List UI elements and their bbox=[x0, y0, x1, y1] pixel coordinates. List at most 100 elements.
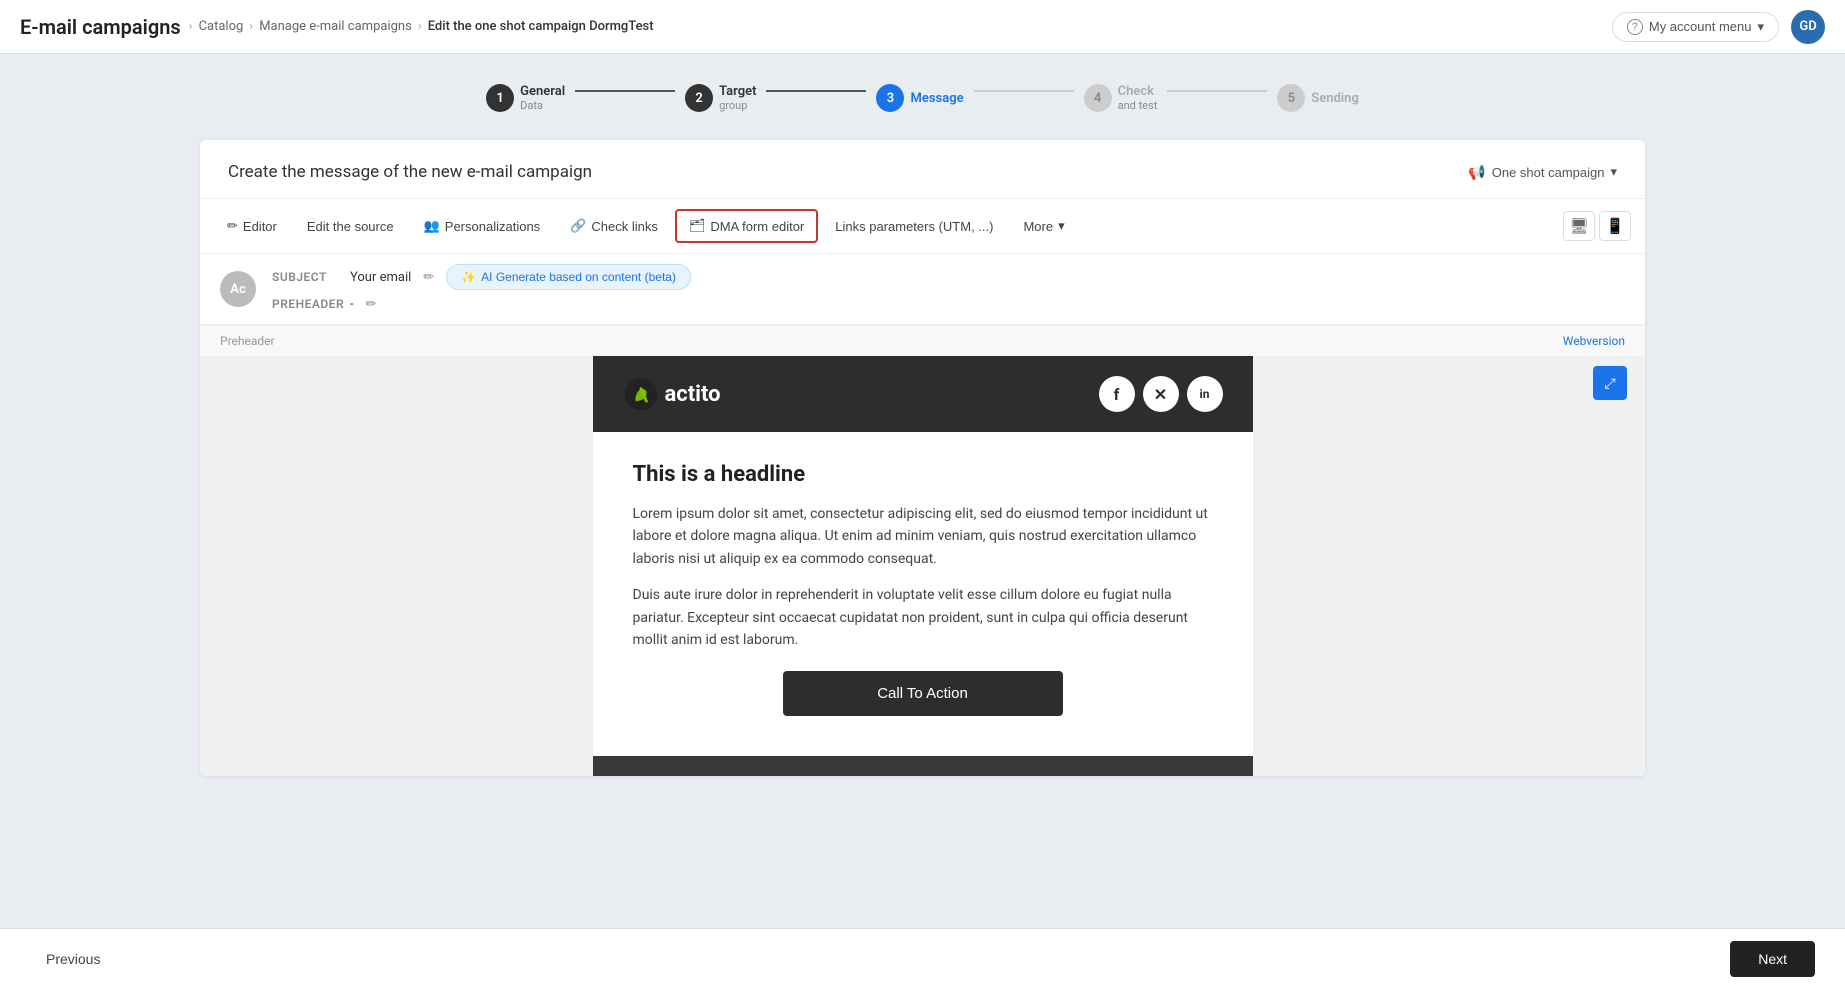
email-preview-wrapper: Preheader Webversion ⤢ bbox=[200, 325, 1645, 776]
more-label: More bbox=[1023, 219, 1053, 234]
step-circle-4: 4 bbox=[1084, 84, 1112, 112]
ai-generate-button[interactable]: ✨ AI Generate based on content (beta) bbox=[446, 264, 691, 290]
social-icons: f ✕ in bbox=[1099, 376, 1223, 412]
breadcrumb: › Catalog › Manage e-mail campaigns › Ed… bbox=[189, 19, 654, 34]
pencil-icon: ✏ bbox=[227, 218, 238, 234]
campaign-box-header: Create the message of the new e-mail cam… bbox=[200, 140, 1645, 199]
desktop-icon: 🖥 bbox=[1569, 217, 1588, 235]
step-label-2: Target group bbox=[719, 84, 756, 112]
subject-row: Ac SUBJECT Your email ✏ ✨ AI Generate ba… bbox=[200, 254, 1645, 325]
links-params-label: Links parameters (UTM, ...) bbox=[835, 219, 993, 234]
account-menu-label: My account menu bbox=[1649, 19, 1752, 34]
chevron-down-more: ▾ bbox=[1058, 218, 1065, 234]
step-line-2 bbox=[766, 90, 866, 92]
ai-btn-label: AI Generate based on content (beta) bbox=[481, 270, 676, 284]
top-header: E-mail campaigns › Catalog › Manage e-ma… bbox=[0, 0, 1845, 54]
dma-form-label: DMA form editor bbox=[710, 219, 804, 234]
toolbar: ✏ Editor Edit the source 👥 Personalizati… bbox=[200, 199, 1645, 254]
form-icon: 🗂 bbox=[689, 218, 706, 234]
actito-logo-icon bbox=[623, 376, 659, 412]
previous-button[interactable]: Previous bbox=[30, 943, 116, 975]
step-label-1: General Data bbox=[520, 84, 565, 112]
expand-button[interactable]: ⤢ bbox=[1593, 366, 1627, 400]
desktop-view-button[interactable]: 🖥 bbox=[1563, 211, 1595, 241]
wizard: 1 General Data 2 Target group 3 Message … bbox=[200, 84, 1645, 112]
step-line-1 bbox=[575, 90, 675, 92]
step-circle-3: 3 bbox=[876, 84, 904, 112]
editor-button[interactable]: ✏ Editor bbox=[214, 210, 290, 242]
subject-fields: SUBJECT Your email ✏ ✨ AI Generate based… bbox=[272, 264, 1625, 314]
account-menu-button[interactable]: ? My account menu ▾ bbox=[1612, 12, 1779, 42]
one-shot-label: One shot campaign bbox=[1492, 165, 1605, 180]
cta-button[interactable]: Call To Action bbox=[783, 671, 1063, 716]
preheader-label: PREHEADER bbox=[272, 297, 342, 311]
wizard-step-4: 4 Check and test bbox=[1084, 84, 1158, 112]
sender-avatar: Ac bbox=[220, 271, 256, 307]
header-right: ? My account menu ▾ GD bbox=[1612, 10, 1825, 44]
facebook-icon[interactable]: f bbox=[1099, 376, 1135, 412]
view-toggle: 🖥 📱 bbox=[1563, 211, 1631, 241]
one-shot-campaign-button[interactable]: 📢 One shot campaign ▾ bbox=[1468, 164, 1617, 181]
bottom-nav: Previous Next bbox=[0, 928, 1845, 988]
links-params-button[interactable]: Links parameters (UTM, ...) bbox=[822, 211, 1006, 242]
wizard-step-3: 3 Message bbox=[876, 84, 963, 112]
step-label-4: Check and test bbox=[1118, 84, 1158, 112]
more-button[interactable]: More ▾ bbox=[1010, 210, 1077, 242]
wizard-step-1: 1 General Data bbox=[486, 84, 565, 112]
campaign-box-title: Create the message of the new e-mail cam… bbox=[228, 162, 592, 182]
email-content-section: This is a headline Lorem ipsum dolor sit… bbox=[593, 432, 1253, 756]
step-label-3: Message bbox=[910, 91, 963, 106]
chevron-down-icon-oneshot: ▾ bbox=[1610, 164, 1617, 180]
check-links-label: Check links bbox=[591, 219, 657, 234]
edit-source-label: Edit the source bbox=[307, 219, 394, 234]
step-circle-2: 2 bbox=[685, 84, 713, 112]
mobile-view-button[interactable]: 📱 bbox=[1599, 211, 1631, 241]
linkedin-icon[interactable]: in bbox=[1187, 376, 1223, 412]
campaign-box: Create the message of the new e-mail cam… bbox=[200, 140, 1645, 776]
chevron-down-icon: ▾ bbox=[1757, 19, 1764, 35]
step-line-4 bbox=[1167, 90, 1267, 92]
ai-icon: ✨ bbox=[461, 270, 476, 284]
preview-header-bar: Preheader Webversion bbox=[200, 325, 1645, 356]
preheader-value: - bbox=[350, 297, 354, 312]
avatar: GD bbox=[1791, 10, 1825, 44]
check-links-button[interactable]: 🔗 Check links bbox=[557, 210, 671, 242]
megaphone-icon: 📢 bbox=[1468, 164, 1485, 181]
actito-logo: actito bbox=[623, 376, 721, 412]
logo-text: actito bbox=[665, 382, 721, 407]
link-icon: 🔗 bbox=[570, 218, 586, 234]
step-circle-1: 1 bbox=[486, 84, 514, 112]
breadcrumb-manage[interactable]: Manage e-mail campaigns bbox=[259, 19, 412, 34]
step-label-5: Sending bbox=[1311, 91, 1359, 106]
edit-source-button[interactable]: Edit the source bbox=[294, 211, 407, 242]
app-title: E-mail campaigns bbox=[20, 15, 181, 39]
email-preview-scroll[interactable]: actito f ✕ in This is a headline Lorem i bbox=[200, 356, 1645, 776]
preheader-line: PREHEADER - ✏ bbox=[272, 294, 1625, 314]
email-paragraph-2: Duis aute irure dolor in reprehenderit i… bbox=[633, 584, 1213, 651]
mobile-icon: 📱 bbox=[1606, 217, 1625, 235]
header-left: E-mail campaigns › Catalog › Manage e-ma… bbox=[20, 15, 654, 39]
subject-edit-button[interactable]: ✏ bbox=[419, 267, 438, 287]
email-body: actito f ✕ in This is a headline Lorem i bbox=[593, 356, 1253, 776]
subject-label: SUBJECT bbox=[272, 270, 342, 284]
editor-label: Editor bbox=[243, 219, 277, 234]
personalizations-button[interactable]: 👥 Personalizations bbox=[411, 210, 554, 242]
breadcrumb-catalog[interactable]: Catalog bbox=[199, 19, 244, 34]
wizard-step-5: 5 Sending bbox=[1277, 84, 1359, 112]
step-line-3 bbox=[974, 90, 1074, 92]
email-footer-section: This is a headline bbox=[593, 756, 1253, 776]
subject-line: SUBJECT Your email ✏ ✨ AI Generate based… bbox=[272, 264, 1625, 290]
dma-form-editor-button[interactable]: 🗂 DMA form editor bbox=[675, 209, 818, 243]
email-paragraph-1: Lorem ipsum dolor sit amet, consectetur … bbox=[633, 503, 1213, 570]
step-circle-5: 5 bbox=[1277, 84, 1305, 112]
breadcrumb-current: Edit the one shot campaign DormgTest bbox=[428, 19, 654, 34]
twitter-x-icon[interactable]: ✕ bbox=[1143, 376, 1179, 412]
next-button[interactable]: Next bbox=[1730, 941, 1815, 977]
expand-icon: ⤢ bbox=[1604, 375, 1615, 392]
email-header-section: actito f ✕ in bbox=[593, 356, 1253, 432]
preview-scroll-container: ⤢ acti bbox=[200, 356, 1645, 776]
preheader-edit-button[interactable]: ✏ bbox=[362, 294, 381, 314]
users-icon: 👥 bbox=[424, 218, 440, 234]
webversion-link[interactable]: Webversion bbox=[1563, 334, 1625, 348]
preheader-text: Preheader bbox=[220, 334, 275, 348]
